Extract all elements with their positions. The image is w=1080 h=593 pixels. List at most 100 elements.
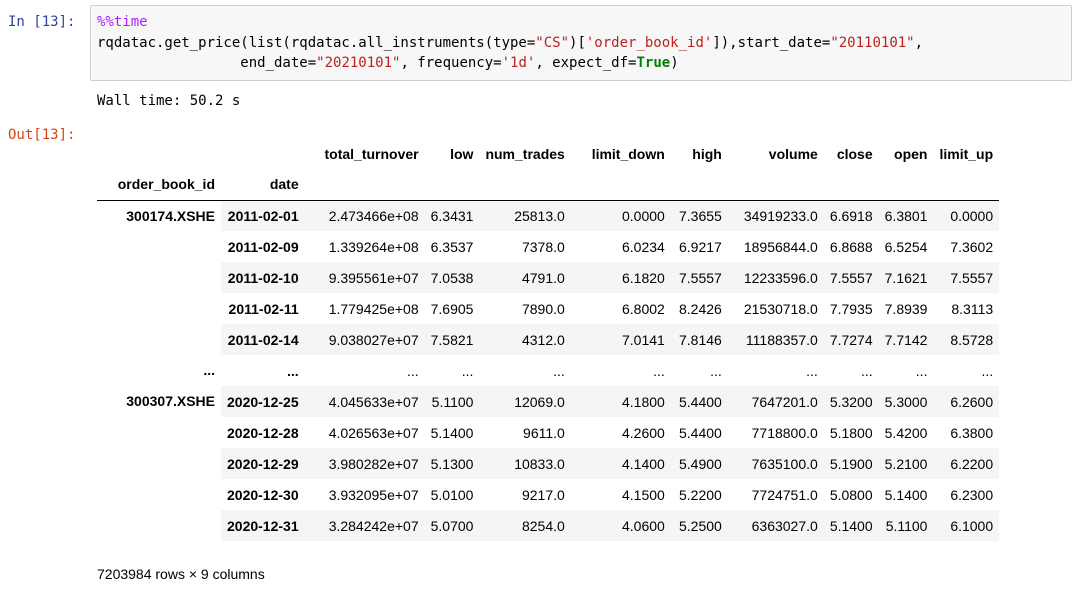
- table-cell: 6.8002: [621, 300, 665, 317]
- index-level0: ...: [203, 362, 215, 378]
- table-row: 2020-12-28 4.026563e+07 5.1400 9611.0 4.2600…: [97, 417, 999, 448]
- table-cell: 6363027.0: [727, 510, 824, 541]
- table-cell: ...: [406, 362, 419, 379]
- output-prompt: Out[13]:: [8, 127, 76, 143]
- index-name-row: order_book_id date: [97, 169, 1000, 201]
- table-cell: 5.1100: [424, 386, 480, 417]
- column-header: close: [836, 145, 873, 162]
- table-cell: ...: [981, 362, 994, 379]
- code-cell-editor[interactable]: %%time rqdatac.get_price(list(rqdatac.al…: [90, 5, 1072, 81]
- table-cell: ...: [710, 362, 722, 379]
- table-cell: 5.1400: [884, 486, 928, 503]
- index-date: 2020-12-25: [221, 386, 305, 417]
- code-text: %%time rqdatac.get_price(list(rqdatac.al…: [97, 14, 924, 71]
- table-cell: 3.284242e+07: [304, 510, 425, 541]
- table-cell: 7.7274: [823, 324, 879, 355]
- header-blank: [304, 169, 425, 201]
- table-cell: 7.7935: [829, 300, 873, 317]
- header-blank: [479, 169, 571, 201]
- table-cell: 5.0800: [829, 486, 873, 503]
- table-cell: 7.3655: [670, 200, 728, 231]
- index-level0: 300174.XSHE: [126, 207, 215, 224]
- index-name: order_book_id: [97, 169, 221, 201]
- table-cell: 9.395561e+07: [304, 262, 425, 293]
- table-cell: 4.0600: [570, 510, 671, 541]
- table-cell: 5.4900: [670, 448, 728, 479]
- table-cell: ...: [553, 362, 565, 379]
- table-cell: 1.339264e+08: [328, 238, 419, 255]
- table-cell: 7.7142: [878, 324, 934, 355]
- header-blank: [933, 169, 1000, 201]
- header-row: total_turnover low num_trades limit_down hig…: [97, 138, 999, 169]
- table-cell: 6.1000: [933, 510, 1000, 541]
- table-cell: 5.2200: [678, 486, 722, 503]
- index-level0: 300307.XSHE: [126, 393, 215, 409]
- table-cell: 4.2600: [621, 424, 665, 441]
- table-cell: 5.1900: [823, 448, 879, 479]
- table-row: 2011-02-14 9.038027e+07 7.5821 4312.0 7.0141…: [97, 324, 1000, 355]
- header-blank: [670, 169, 728, 201]
- table-cell: 6.8688: [829, 238, 873, 255]
- table-cell: 1.779425e+08: [328, 300, 419, 317]
- table-cell: 4.1400: [570, 448, 671, 479]
- table-cell: 7.8939: [884, 300, 928, 317]
- index-name: date: [221, 169, 305, 201]
- table-cell: 4791.0: [479, 262, 571, 293]
- table-cell: 9611.0: [523, 424, 565, 441]
- table-cell: 7.0141: [570, 324, 671, 355]
- dataframe-output: total_turnover low num_trades limit_down hig…: [97, 138, 1000, 541]
- column-header: limit_down: [591, 145, 665, 162]
- table-cell: 6.2600: [933, 386, 1000, 417]
- table-cell: 6.2200: [933, 448, 1000, 479]
- table-cell: 18956844.0: [743, 238, 818, 255]
- table-cell: 0.0000: [570, 200, 671, 231]
- table-cell: 7.6905: [430, 300, 474, 317]
- cell-stdout: Wall time: 50.2 s: [97, 93, 241, 109]
- table-row: .................................: [97, 355, 999, 386]
- table-cell: 3.932095e+07: [328, 486, 419, 503]
- table-row: 300174.XSHE 2011-02-01 2.473466e+08 6.3431 2…: [97, 200, 1000, 231]
- table-row: 2020-12-31 3.284242e+07 5.0700 8254.0 4.0600…: [97, 510, 1000, 541]
- header-blank: [878, 169, 934, 201]
- table-cell: 7718800.0: [751, 424, 818, 441]
- input-prompt: In [13]:: [8, 14, 76, 30]
- table-cell: 4312.0: [479, 324, 571, 355]
- header-blank: [823, 169, 879, 201]
- table-cell: ...: [915, 362, 928, 379]
- table-cell: 6.3801: [878, 200, 934, 231]
- table-cell: 4.1800: [570, 386, 671, 417]
- table-cell: 4.1500: [621, 486, 665, 503]
- table-cell: 5.2500: [670, 510, 728, 541]
- table-cell: 12069.0: [479, 386, 571, 417]
- table-cell: 5.1800: [829, 424, 873, 441]
- table-cell: 10833.0: [479, 448, 571, 479]
- table-cell: 11188357.0: [727, 324, 824, 355]
- table-cell: 5.3000: [878, 386, 934, 417]
- table-cell: 7.5557: [823, 262, 879, 293]
- table-cell: 0.0000: [933, 200, 1000, 231]
- column-header: low: [450, 145, 474, 162]
- table-cell: 6.6918: [823, 200, 879, 231]
- cell-magic: %%time: [97, 14, 148, 30]
- table-cell: 7378.0: [521, 238, 565, 255]
- index-date: 2011-02-14: [221, 324, 305, 355]
- table-cell: 2.473466e+08: [304, 200, 425, 231]
- table-row: 2011-02-11 1.779425e+08 7.6905 7890.0 6.8002…: [97, 293, 999, 324]
- table-cell: 7724751.0: [751, 486, 818, 503]
- column-header: num_trades: [485, 145, 565, 162]
- table-cell: 7.5557: [933, 262, 1000, 293]
- table-cell: 5.0100: [430, 486, 474, 503]
- table-cell: 6.3431: [424, 200, 480, 231]
- table-cell: 34919233.0: [727, 200, 824, 231]
- table-cell: 5.1100: [878, 510, 934, 541]
- header-blank: [97, 138, 221, 169]
- table-cell: 7.1621: [878, 262, 934, 293]
- table-cell: 7.5557: [670, 262, 728, 293]
- table-row: 2020-12-29 3.980282e+07 5.1300 10833.0 4.140…: [97, 448, 1000, 479]
- table-cell: 4.026563e+07: [328, 424, 419, 441]
- table-cell: 8.5728: [933, 324, 1000, 355]
- index-date: 2011-02-01: [221, 200, 305, 231]
- table-cell: 5.2100: [878, 448, 934, 479]
- table-cell: 25813.0: [479, 200, 571, 231]
- table-cell: 5.3200: [823, 386, 879, 417]
